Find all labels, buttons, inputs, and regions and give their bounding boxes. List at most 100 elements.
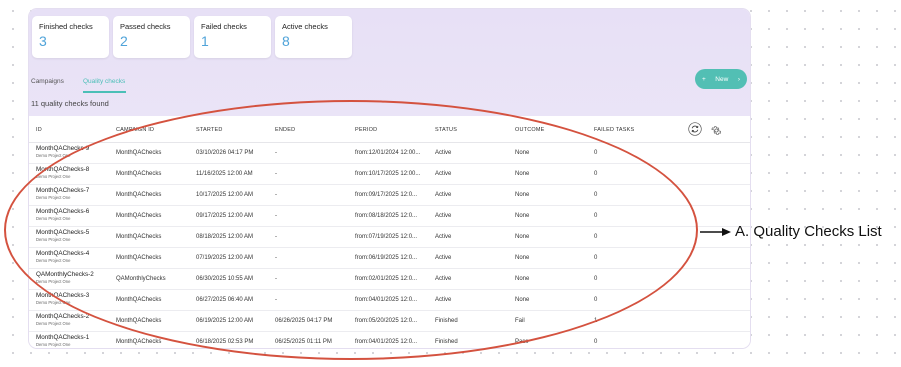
outcome: None bbox=[515, 234, 530, 240]
campaign-id: QAMonthlyChecks bbox=[116, 276, 166, 282]
check-id[interactable]: MonthQAChecks-2 bbox=[36, 313, 89, 320]
status: Active bbox=[435, 213, 452, 219]
status: Active bbox=[435, 150, 452, 156]
plus-icon: + bbox=[702, 75, 706, 83]
status: Active bbox=[435, 297, 452, 303]
table-row[interactable]: MonthQAChecks-3 Demo Project One MonthQA… bbox=[29, 290, 750, 311]
check-id[interactable]: QAMonthlyChecks-2 bbox=[36, 271, 94, 278]
campaign-id: MonthQAChecks bbox=[116, 150, 162, 156]
table-row[interactable]: MonthQAChecks-7 Demo Project One MonthQA… bbox=[29, 185, 750, 206]
period: from:02/01/2025 12:0... bbox=[355, 276, 418, 282]
failed-tasks: 0 bbox=[594, 234, 598, 240]
column-header-id[interactable]: ID bbox=[36, 127, 42, 133]
status: Active bbox=[435, 192, 452, 198]
row-id-cell: MonthQAChecks-1 Demo Project One bbox=[36, 334, 89, 347]
card-value: 1 bbox=[201, 33, 209, 49]
table-row[interactable]: MonthQAChecks-4 Demo Project One MonthQA… bbox=[29, 248, 750, 269]
project-name: Demo Project One bbox=[36, 216, 71, 221]
table-row[interactable]: MonthQAChecks-6 Demo Project One MonthQA… bbox=[29, 206, 750, 227]
new-button[interactable]: + New › bbox=[695, 69, 747, 89]
period: from:06/19/2025 12:0... bbox=[355, 255, 418, 261]
ended-date: 06/26/2025 04:17 PM bbox=[275, 318, 333, 324]
card-title: Failed checks bbox=[201, 22, 247, 31]
row-id-cell: MonthQAChecks-5 Demo Project One bbox=[36, 229, 89, 242]
period: from:07/19/2025 12:0... bbox=[355, 234, 418, 240]
status: Active bbox=[435, 255, 452, 261]
chevron-right-icon: › bbox=[737, 75, 740, 83]
check-id[interactable]: MonthQAChecks-7 bbox=[36, 187, 89, 194]
check-id[interactable]: MonthQAChecks-4 bbox=[36, 250, 89, 257]
table-row[interactable]: MonthQAChecks-5 Demo Project One MonthQA… bbox=[29, 227, 750, 248]
outcome: None bbox=[515, 213, 530, 219]
ended-date: - bbox=[275, 276, 277, 282]
card-title: Finished checks bbox=[39, 22, 93, 31]
check-id[interactable]: MonthQAChecks-6 bbox=[36, 208, 89, 215]
table-header: ID CAMPAIGN ID STARTED ENDED PERIOD STAT… bbox=[29, 116, 750, 143]
ended-date: - bbox=[275, 192, 277, 198]
check-id[interactable]: MonthQAChecks-3 bbox=[36, 292, 89, 299]
arrow-right-icon bbox=[700, 227, 731, 236]
column-header-failed-tasks[interactable]: FAILED TASKS bbox=[594, 127, 634, 133]
column-header-ended[interactable]: ENDED bbox=[275, 127, 295, 133]
outcome: None bbox=[515, 297, 530, 303]
campaign-id: MonthQAChecks bbox=[116, 234, 162, 240]
check-id[interactable]: MonthQAChecks-8 bbox=[36, 166, 89, 173]
table-row[interactable]: MonthQAChecks-1 Demo Project One MonthQA… bbox=[29, 332, 750, 348]
period: from:04/01/2025 12:0... bbox=[355, 297, 418, 303]
period: from:05/20/2025 12:0... bbox=[355, 318, 418, 324]
gear-icon[interactable] bbox=[710, 123, 722, 141]
column-header-campaign-id[interactable]: CAMPAIGN ID bbox=[116, 127, 154, 133]
check-id[interactable]: MonthQAChecks-1 bbox=[36, 334, 89, 341]
table-row[interactable]: QAMonthlyChecks-2 Demo Project One QAMon… bbox=[29, 269, 750, 290]
row-id-cell: MonthQAChecks-6 Demo Project One bbox=[36, 208, 89, 221]
card-value: 8 bbox=[282, 33, 290, 49]
card-active-checks: Active checks 8 bbox=[275, 16, 352, 58]
annotation-callout: A. Quality Checks List bbox=[700, 223, 882, 240]
column-header-period[interactable]: PERIOD bbox=[355, 127, 377, 133]
check-id[interactable]: MonthQAChecks-5 bbox=[36, 229, 89, 236]
failed-tasks: 0 bbox=[594, 297, 598, 303]
started-date: 06/30/2025 10:55 AM bbox=[196, 276, 254, 282]
campaign-id: MonthQAChecks bbox=[116, 339, 162, 345]
row-id-cell: MonthQAChecks-4 Demo Project One bbox=[36, 250, 89, 263]
status: Finished bbox=[435, 318, 458, 324]
card-title: Active checks bbox=[282, 22, 328, 31]
refresh-icon[interactable] bbox=[688, 122, 702, 141]
started-date: 11/16/2025 12:00 AM bbox=[196, 171, 253, 177]
ended-date: - bbox=[275, 213, 277, 219]
table-row[interactable]: MonthQAChecks-8 Demo Project One MonthQA… bbox=[29, 164, 750, 185]
failed-tasks: 1 bbox=[594, 318, 598, 324]
table-row[interactable]: MonthQAChecks-9 Demo Project One MonthQA… bbox=[29, 143, 750, 164]
campaign-id: MonthQAChecks bbox=[116, 213, 162, 219]
results-count: 11 quality checks found bbox=[31, 99, 109, 108]
card-value: 3 bbox=[39, 33, 47, 49]
status: Active bbox=[435, 276, 452, 282]
started-date: 06/19/2025 12:00 AM bbox=[196, 318, 254, 324]
table-row[interactable]: MonthQAChecks-2 Demo Project One MonthQA… bbox=[29, 311, 750, 332]
ended-date: - bbox=[275, 234, 277, 240]
tab-campaigns[interactable]: Campaigns bbox=[31, 78, 64, 85]
status: Finished bbox=[435, 339, 458, 345]
outcome: Fail bbox=[515, 318, 525, 324]
check-id[interactable]: MonthQAChecks-9 bbox=[36, 145, 89, 152]
failed-tasks: 0 bbox=[594, 339, 598, 345]
started-date: 07/19/2025 12:00 AM bbox=[196, 255, 254, 261]
card-value: 2 bbox=[120, 33, 128, 49]
tab-quality-checks[interactable]: Quality checks bbox=[83, 78, 125, 85]
failed-tasks: 0 bbox=[594, 150, 598, 156]
failed-tasks: 0 bbox=[594, 276, 598, 282]
outcome: Pass bbox=[515, 339, 529, 345]
started-date: 08/18/2025 12:00 AM bbox=[196, 234, 254, 240]
card-finished-checks: Finished checks 3 bbox=[32, 16, 109, 58]
quality-checks-table: ID CAMPAIGN ID STARTED ENDED PERIOD STAT… bbox=[29, 116, 750, 348]
campaign-id: MonthQAChecks bbox=[116, 297, 162, 303]
column-header-status[interactable]: STATUS bbox=[435, 127, 457, 133]
campaign-id: MonthQAChecks bbox=[116, 255, 162, 261]
annotation-label: A. Quality Checks List bbox=[735, 223, 882, 240]
outcome: None bbox=[515, 171, 530, 177]
period: from:10/17/2025 12:00... bbox=[355, 171, 421, 177]
failed-tasks: 0 bbox=[594, 255, 598, 261]
started-date: 03/10/2026 04:17 PM bbox=[196, 150, 254, 156]
column-header-outcome[interactable]: OUTCOME bbox=[515, 127, 545, 133]
column-header-started[interactable]: STARTED bbox=[196, 127, 223, 133]
